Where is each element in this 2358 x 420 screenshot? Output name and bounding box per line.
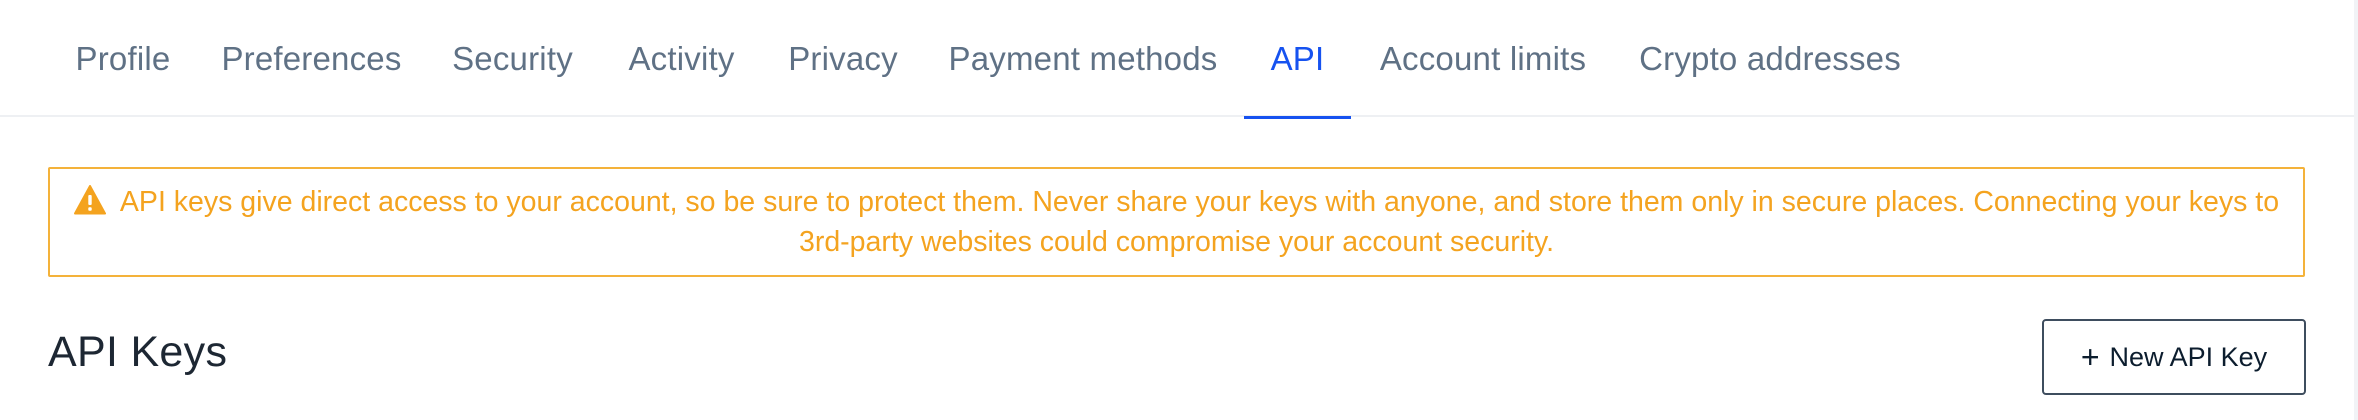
warning-text-line-2: 3rd-party websites could compromise your… [798,226,1555,258]
tab-activity[interactable]: Activity [627,0,736,117]
tab-security[interactable]: Security [452,0,573,117]
settings-tab-bar: Profile Preferences Security Activity Pr… [0,0,2358,119]
tab-privacy[interactable]: Privacy [788,0,897,117]
api-keys-heading: API Keys [48,328,228,376]
api-settings-page: Profile Preferences Security Activity Pr… [0,0,2358,420]
page-scrollbar-edge [2354,0,2358,420]
warning-text-line-1: API keys give direct access to your acco… [119,186,2280,218]
warning-triangle-icon [73,185,106,215]
tab-payment-methods[interactable]: Payment methods [949,0,1218,117]
warning-line-1: API keys give direct access to your acco… [66,182,2287,222]
plus-icon: + [2080,339,2100,375]
tab-profile[interactable]: Profile [76,0,171,117]
api-security-warning: API keys give direct access to your acco… [48,167,2305,277]
tab-account-limits[interactable]: Account limits [1378,0,1588,117]
new-api-key-label: New API Key [2109,341,2268,372]
tab-api[interactable]: API [1244,0,1351,119]
tab-preferences[interactable]: Preferences [221,0,401,117]
new-api-key-button[interactable]: + New API Key [2042,319,2306,395]
tab-crypto-addresses[interactable]: Crypto addresses [1639,0,1901,117]
